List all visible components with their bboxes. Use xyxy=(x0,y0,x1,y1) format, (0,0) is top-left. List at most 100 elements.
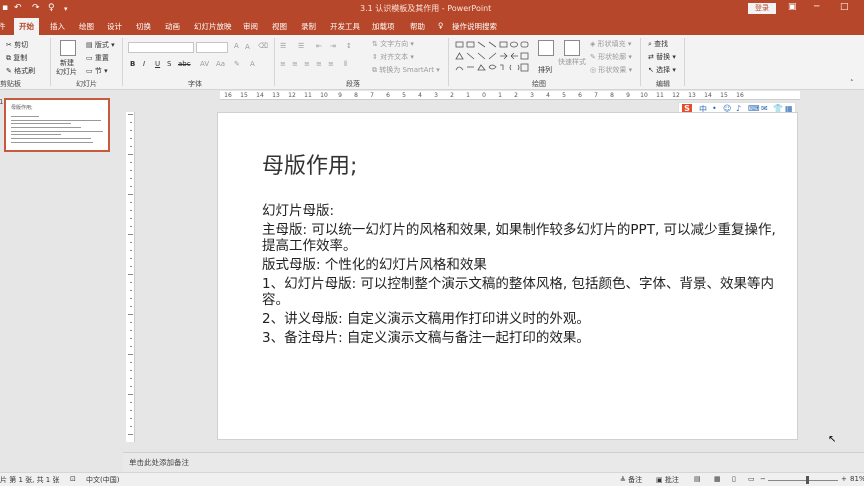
underline-button[interactable]: U xyxy=(155,60,160,68)
smartart-button[interactable]: ⧉ 转换为 SmartArt ▾ xyxy=(372,65,440,75)
format-painter-button[interactable]: ✎ 格式刷 xyxy=(6,66,35,76)
lightbulb-icon: ♀ xyxy=(438,21,444,30)
tab-file[interactable]: 件 xyxy=(0,21,6,32)
slide-title[interactable]: 母版作用; xyxy=(262,148,357,180)
group-separator xyxy=(448,38,449,86)
comments-button[interactable]: ▣ 批注 xyxy=(656,475,679,485)
distribute-icon[interactable]: ≡ xyxy=(328,60,334,68)
shape-outline-button[interactable]: ✎ 形状轮廓 ▾ xyxy=(590,52,632,62)
arrange-icon[interactable] xyxy=(538,40,554,56)
new-slide-icon[interactable] xyxy=(60,40,76,56)
notes-toggle-button[interactable]: ≜ 备注 xyxy=(620,475,642,485)
zoom-slider-handle[interactable] xyxy=(806,476,809,484)
shrink-font-icon[interactable]: A xyxy=(245,43,250,51)
reset-button[interactable]: ▭ 重置 xyxy=(86,53,109,63)
ruler-tick-mark xyxy=(130,290,132,291)
replace-button[interactable]: ⇄ 替换 ▾ xyxy=(648,52,676,62)
slideshow-view-icon[interactable]: ▭ xyxy=(748,475,755,483)
tab-view[interactable]: 视图 xyxy=(272,21,287,32)
login-button[interactable]: 登录 xyxy=(748,3,776,14)
ribbon-display-options-icon[interactable]: ▣ xyxy=(788,2,797,12)
start-from-beginning-icon[interactable]: ♀ xyxy=(48,3,55,13)
notes-pane[interactable]: 单击此处添加备注 xyxy=(123,452,864,472)
change-case-icon[interactable]: Aa xyxy=(216,60,225,68)
tab-transitions[interactable]: 切换 xyxy=(136,21,151,32)
tab-addins[interactable]: 加载项 xyxy=(372,21,395,32)
arrange-button[interactable]: 排列 xyxy=(538,65,552,75)
columns-icon[interactable]: ⫴ xyxy=(344,60,347,69)
font-name-combo[interactable] xyxy=(128,42,194,53)
zoom-slider-track[interactable] xyxy=(768,480,838,481)
shape-fill-button[interactable]: ◈ 形状填充 ▾ xyxy=(590,39,631,49)
ruler-tick-mark xyxy=(130,418,132,419)
language-indicator[interactable]: 中文(中国) xyxy=(86,475,119,485)
shape-effects-button[interactable]: ◎ 形状效果 ▾ xyxy=(590,65,632,75)
customize-quick-access-icon[interactable]: ▾ xyxy=(64,5,68,13)
select-button[interactable]: ↖ 选择 ▾ xyxy=(648,65,676,75)
slide-body-text[interactable]: 幻灯片母版: 主母版: 可以统一幻灯片的风格和效果, 如果制作较多幻灯片的PPT,… xyxy=(262,203,782,349)
tab-slideshow[interactable]: 幻灯片放映 xyxy=(194,21,232,32)
undo-icon[interactable]: ↶ xyxy=(14,3,22,13)
tab-help[interactable]: 帮助 xyxy=(410,21,425,32)
layout-button[interactable]: ▤ 版式 ▾ xyxy=(86,40,115,50)
tab-design[interactable]: 设计 xyxy=(107,21,122,32)
tab-insert[interactable]: 插入 xyxy=(50,21,65,32)
ruler-tick: 1 xyxy=(466,92,470,99)
line-spacing-icon[interactable]: ↕ xyxy=(346,42,352,50)
tab-record[interactable]: 录制 xyxy=(301,21,316,32)
strikethrough-button[interactable]: abc xyxy=(178,60,191,68)
text-direction-button[interactable]: ⇅ 文字方向 ▾ xyxy=(372,39,414,49)
thumbnail-text-line xyxy=(11,120,101,121)
normal-view-icon[interactable]: ▤ xyxy=(694,475,701,483)
grow-font-icon[interactable]: A xyxy=(234,42,239,50)
ruler-tick: 5 xyxy=(402,92,406,99)
highlight-icon[interactable]: ✎ xyxy=(234,60,240,68)
slide-sorter-icon[interactable]: ▦ xyxy=(714,475,721,483)
thumbnail-text-line xyxy=(11,127,81,128)
redo-icon[interactable]: ↷ xyxy=(32,3,40,13)
zoom-in-icon[interactable]: + xyxy=(841,475,847,483)
align-left-icon[interactable]: ≡ xyxy=(280,60,286,68)
slide-thumbnail-pane: 1 母版作用; xyxy=(0,90,123,452)
font-color-icon[interactable]: A xyxy=(250,60,255,68)
tell-me-search[interactable]: 操作说明搜索 xyxy=(452,21,497,32)
tab-draw[interactable]: 绘图 xyxy=(79,21,94,32)
slide-canvas[interactable]: 母版作用; 幻灯片母版: 主母版: 可以统一幻灯片的风格和效果, 如果制作较多幻灯… xyxy=(217,112,798,440)
search-icon: ⌕ xyxy=(648,40,652,48)
tab-home[interactable]: 开始 xyxy=(14,18,39,35)
save-icon[interactable]: ▪ xyxy=(2,3,8,13)
tab-animations[interactable]: 动画 xyxy=(165,21,180,32)
align-text-button[interactable]: ⇕ 对齐文本 ▾ xyxy=(372,52,414,62)
minimize-icon[interactable]: ─ xyxy=(814,2,819,12)
font-size-combo[interactable] xyxy=(196,42,228,53)
numbering-icon[interactable]: ☰ xyxy=(298,42,304,50)
cut-button[interactable]: ✂ 剪切 xyxy=(6,40,28,50)
tab-developer[interactable]: 开发工具 xyxy=(330,21,360,32)
decrease-indent-icon[interactable]: ⇤ xyxy=(316,42,322,50)
ruler-tick: 2 xyxy=(450,92,454,99)
quick-styles-button[interactable]: 快速样式 xyxy=(558,57,586,67)
clear-formatting-icon[interactable]: ⌫ xyxy=(258,42,268,50)
slide-thumbnail[interactable]: 母版作用; xyxy=(4,98,110,152)
align-right-icon[interactable]: ≡ xyxy=(304,60,310,68)
collapse-ribbon-icon[interactable]: ˄ xyxy=(850,79,854,87)
char-spacing-icon[interactable]: AV xyxy=(200,60,209,68)
quick-styles-icon[interactable] xyxy=(564,40,580,56)
align-center-icon[interactable]: ≡ xyxy=(292,60,298,68)
italic-button[interactable]: I xyxy=(143,60,145,68)
accessibility-icon[interactable]: ⊡ xyxy=(70,475,76,483)
maximize-icon[interactable]: □ xyxy=(840,2,849,12)
tab-review[interactable]: 审阅 xyxy=(243,21,258,32)
bullets-icon[interactable]: ☰ xyxy=(280,42,286,50)
zoom-level[interactable]: 81% xyxy=(850,475,864,483)
find-button[interactable]: ⌕ 查找 xyxy=(648,39,668,49)
copy-button[interactable]: ⧉ 复制 xyxy=(6,53,27,63)
reading-view-icon[interactable]: ▯ xyxy=(732,475,736,483)
increase-indent-icon[interactable]: ⇥ xyxy=(330,42,336,50)
section-button[interactable]: ▭ 节 ▾ xyxy=(86,66,108,76)
zoom-out-icon[interactable]: − xyxy=(760,475,766,483)
shadow-button[interactable]: S xyxy=(167,60,171,68)
justify-icon[interactable]: ≡ xyxy=(316,60,322,68)
shapes-gallery[interactable] xyxy=(454,39,532,77)
bold-button[interactable]: B xyxy=(130,60,135,68)
